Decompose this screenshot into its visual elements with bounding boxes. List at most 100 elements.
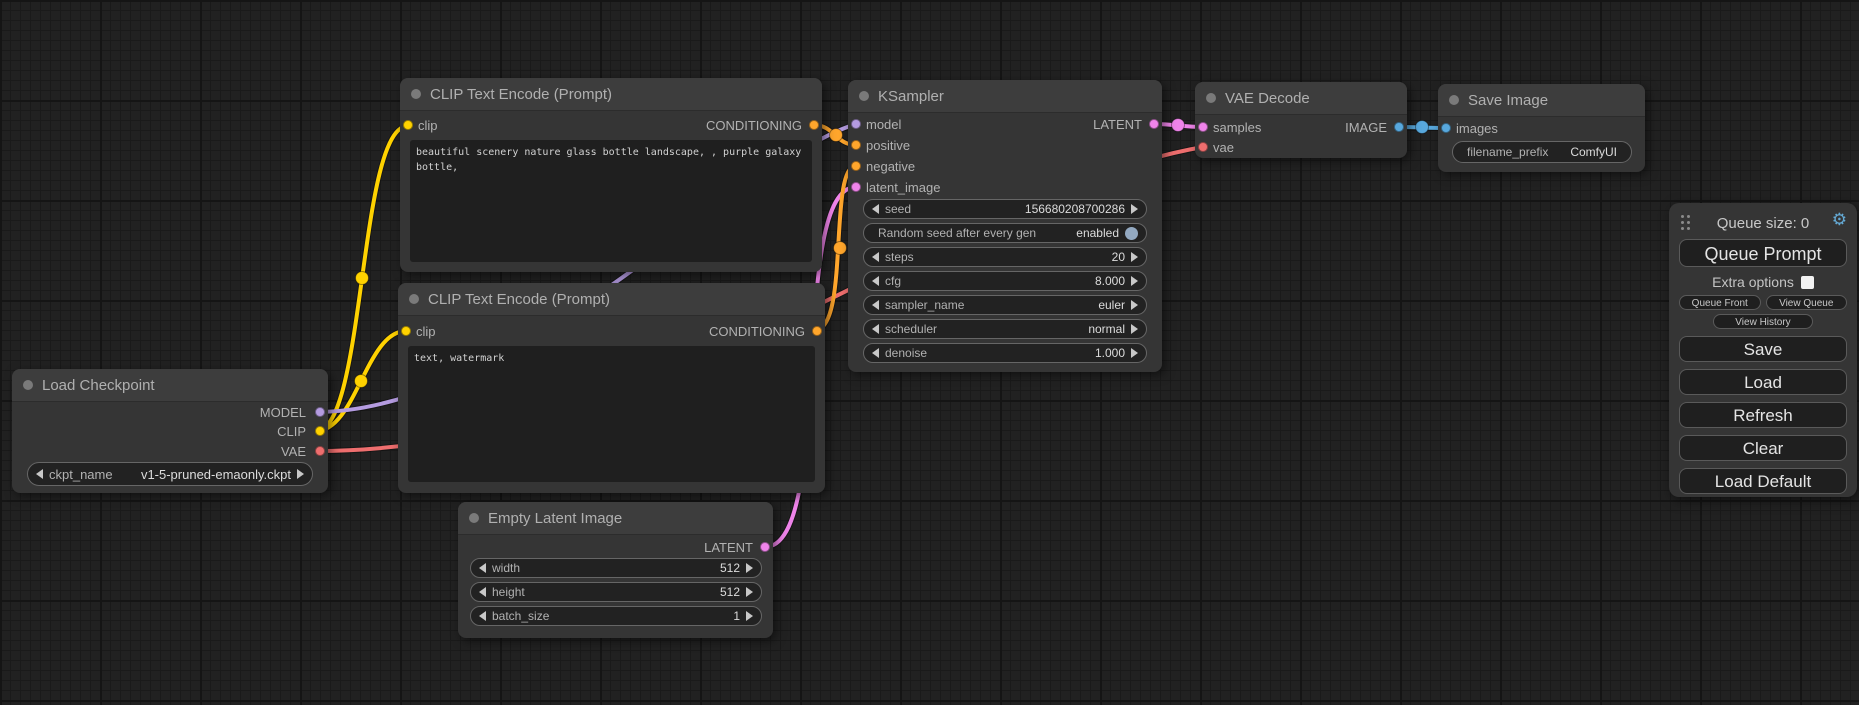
- next-value-arrow-icon[interactable]: [1131, 324, 1138, 334]
- scheduler-widget[interactable]: scheduler normal: [863, 319, 1147, 339]
- increment-arrow-icon[interactable]: [746, 587, 753, 597]
- node-load-checkpoint[interactable]: Load Checkpoint MODEL CLIP VAE ckpt_name…: [12, 369, 328, 493]
- next-value-arrow-icon[interactable]: [1131, 300, 1138, 310]
- node-title: VAE Decode: [1225, 90, 1310, 107]
- cfg-widget[interactable]: cfg 8.000: [863, 271, 1147, 291]
- prompt-textarea[interactable]: text, watermark: [408, 346, 815, 482]
- node-collapse-dot-icon[interactable]: [1449, 95, 1459, 105]
- output-slot-latent[interactable]: [1149, 119, 1159, 129]
- node-title: Empty Latent Image: [488, 510, 622, 527]
- increment-arrow-icon[interactable]: [1131, 276, 1138, 286]
- drag-handle-icon[interactable]: [1681, 215, 1684, 218]
- widget-label: width: [492, 561, 520, 575]
- settings-gear-icon[interactable]: ⚙: [1832, 210, 1847, 230]
- toggle-enabled-icon[interactable]: [1125, 227, 1138, 240]
- decrement-arrow-icon[interactable]: [479, 611, 486, 621]
- increment-arrow-icon[interactable]: [746, 563, 753, 573]
- node-empty-latent-image[interactable]: Empty Latent Image LATENT width 512 heig…: [458, 502, 773, 638]
- node-collapse-dot-icon[interactable]: [1206, 93, 1216, 103]
- input-slot-vae[interactable]: [1198, 142, 1208, 152]
- queue-front-button[interactable]: Queue Front: [1679, 295, 1761, 310]
- output-slot-vae[interactable]: [315, 446, 325, 456]
- input-slot-latent-image[interactable]: [851, 182, 861, 192]
- widget-value: enabled: [1076, 226, 1119, 240]
- ckpt-name-widget[interactable]: ckpt_name v1-5-pruned-emaonly.ckpt: [27, 462, 313, 486]
- node-title: Load Checkpoint: [42, 377, 155, 394]
- node-clip-text-encode-negative[interactable]: CLIP Text Encode (Prompt) clip CONDITION…: [398, 283, 825, 493]
- denoise-widget[interactable]: denoise 1.000: [863, 343, 1147, 363]
- output-slot-conditioning[interactable]: [812, 326, 822, 336]
- node-collapse-dot-icon[interactable]: [859, 91, 869, 101]
- decrement-arrow-icon[interactable]: [872, 204, 879, 214]
- input-slot-negative[interactable]: [851, 161, 861, 171]
- node-title-bar[interactable]: CLIP Text Encode (Prompt): [398, 283, 825, 316]
- increment-arrow-icon[interactable]: [1131, 348, 1138, 358]
- node-title-bar[interactable]: Save Image: [1438, 84, 1645, 117]
- widget-value: euler: [1098, 298, 1125, 312]
- node-clip-text-encode-positive[interactable]: CLIP Text Encode (Prompt) clip CONDITION…: [400, 78, 822, 272]
- seed-widget[interactable]: seed 156680208700286: [863, 199, 1147, 219]
- decrement-arrow-icon[interactable]: [479, 587, 486, 597]
- clear-button[interactable]: Clear: [1679, 435, 1847, 461]
- input-slot-samples[interactable]: [1198, 122, 1208, 132]
- decrement-arrow-icon[interactable]: [872, 276, 879, 286]
- decrement-arrow-icon[interactable]: [872, 348, 879, 358]
- queue-panel: Queue size: 0 ⚙ Queue Prompt Extra optio…: [1669, 203, 1857, 497]
- node-collapse-dot-icon[interactable]: [23, 380, 33, 390]
- node-collapse-dot-icon[interactable]: [469, 513, 479, 523]
- output-slot-image[interactable]: [1394, 122, 1404, 132]
- output-label-vae: VAE: [281, 444, 306, 460]
- widget-value: 8.000: [1095, 274, 1125, 288]
- node-title-bar[interactable]: Load Checkpoint: [12, 369, 328, 402]
- node-collapse-dot-icon[interactable]: [411, 89, 421, 99]
- load-button[interactable]: Load: [1679, 369, 1847, 395]
- prev-value-arrow-icon[interactable]: [872, 300, 879, 310]
- prev-value-arrow-icon[interactable]: [36, 469, 43, 479]
- save-button[interactable]: Save: [1679, 336, 1847, 362]
- width-widget[interactable]: width 512: [470, 558, 762, 578]
- view-queue-button[interactable]: View Queue: [1766, 295, 1848, 310]
- sampler-name-widget[interactable]: sampler_name euler: [863, 295, 1147, 315]
- extra-options-checkbox[interactable]: [1801, 276, 1814, 289]
- input-slot-clip[interactable]: [401, 326, 411, 336]
- height-widget[interactable]: height 512: [470, 582, 762, 602]
- node-ksampler[interactable]: KSampler model positive negative latent_…: [848, 80, 1162, 372]
- node-vae-decode[interactable]: VAE Decode samples vae IMAGE: [1195, 82, 1407, 158]
- queue-prompt-button[interactable]: Queue Prompt: [1679, 239, 1847, 267]
- decrement-arrow-icon[interactable]: [872, 252, 879, 262]
- input-slot-images[interactable]: [1441, 123, 1451, 133]
- input-slot-clip[interactable]: [403, 120, 413, 130]
- refresh-button[interactable]: Refresh: [1679, 402, 1847, 428]
- random-seed-toggle-widget[interactable]: Random seed after every gen enabled: [863, 223, 1147, 243]
- widget-value: 1.000: [1095, 346, 1125, 360]
- node-title: CLIP Text Encode (Prompt): [430, 86, 612, 103]
- view-history-button[interactable]: View History: [1713, 314, 1814, 329]
- node-graph-canvas[interactable]: Load Checkpoint MODEL CLIP VAE ckpt_name…: [0, 0, 1859, 705]
- node-save-image[interactable]: Save Image images filename_prefix ComfyU…: [1438, 84, 1645, 172]
- output-slot-model[interactable]: [315, 407, 325, 417]
- batch-size-widget[interactable]: batch_size 1: [470, 606, 762, 626]
- output-slot-conditioning[interactable]: [809, 120, 819, 130]
- node-title-bar[interactable]: Empty Latent Image: [458, 502, 773, 535]
- input-slot-positive[interactable]: [851, 140, 861, 150]
- filename-prefix-widget[interactable]: filename_prefix ComfyUI: [1452, 141, 1632, 163]
- decrement-arrow-icon[interactable]: [479, 563, 486, 573]
- node-title-bar[interactable]: VAE Decode: [1195, 82, 1407, 115]
- input-slot-model[interactable]: [851, 119, 861, 129]
- input-label-clip: clip: [418, 118, 438, 134]
- increment-arrow-icon[interactable]: [746, 611, 753, 621]
- prompt-textarea[interactable]: beautiful scenery nature glass bottle la…: [410, 140, 812, 262]
- node-title-bar[interactable]: KSampler: [848, 80, 1162, 113]
- output-slot-clip[interactable]: [315, 426, 325, 436]
- steps-widget[interactable]: steps 20: [863, 247, 1147, 267]
- increment-arrow-icon[interactable]: [1131, 204, 1138, 214]
- input-label-images: images: [1456, 121, 1498, 137]
- widget-value: v1-5-pruned-emaonly.ckpt: [141, 467, 291, 482]
- node-collapse-dot-icon[interactable]: [409, 294, 419, 304]
- node-title-bar[interactable]: CLIP Text Encode (Prompt): [400, 78, 822, 111]
- prev-value-arrow-icon[interactable]: [872, 324, 879, 334]
- load-default-button[interactable]: Load Default: [1679, 468, 1847, 494]
- output-slot-latent[interactable]: [760, 542, 770, 552]
- increment-arrow-icon[interactable]: [1131, 252, 1138, 262]
- next-value-arrow-icon[interactable]: [297, 469, 304, 479]
